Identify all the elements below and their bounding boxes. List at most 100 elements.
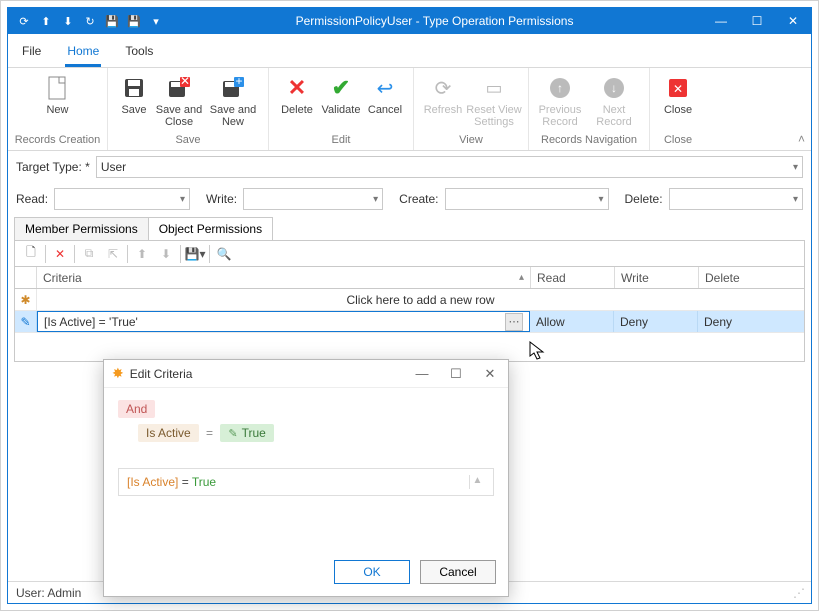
- maximize-button[interactable]: ☐: [739, 8, 775, 34]
- col-write[interactable]: Write: [615, 267, 699, 288]
- title-bar: ⟳ ⬆ ⬇ ↻ 💾 💾 ▾ PermissionPolicyUser - Typ…: [8, 8, 811, 34]
- dialog-maximize-button[interactable]: ☐: [446, 364, 466, 384]
- qat-save-close-icon[interactable]: 💾: [124, 11, 144, 31]
- expr-value: True: [192, 475, 216, 489]
- read-combo[interactable]: ▾: [54, 188, 190, 210]
- close-window-button[interactable]: ✕: [775, 8, 811, 34]
- col-read[interactable]: Read: [531, 267, 615, 288]
- svg-text:✕: ✕: [180, 76, 190, 88]
- write-combo[interactable]: ▾: [243, 188, 383, 210]
- tab-member-permissions[interactable]: Member Permissions: [14, 217, 149, 240]
- criteria-cell: [Is Active] = 'True': [44, 315, 138, 329]
- resize-grip-icon[interactable]: ⋰: [793, 586, 803, 600]
- delete-label: Delete:: [625, 192, 663, 206]
- write-label: Write:: [206, 192, 237, 206]
- svg-text:✕: ✕: [673, 82, 683, 96]
- svg-text:↑: ↑: [557, 81, 563, 95]
- group-nav: Records Navigation: [541, 132, 637, 148]
- prev-record-icon: ↑: [546, 74, 574, 102]
- col-criteria[interactable]: Criteria▴: [37, 267, 531, 288]
- save-button[interactable]: Save: [114, 72, 154, 130]
- next-record-icon: ↓: [600, 74, 628, 102]
- edit-criteria-dialog: ✸ Edit Criteria — ☐ ✕ And Is Active = ✎T…: [103, 359, 509, 597]
- cancel-button[interactable]: ↩ Cancel: [363, 72, 407, 130]
- reset-view-icon: ▭: [480, 74, 508, 102]
- target-type-value: User: [101, 160, 126, 174]
- grid-up-icon[interactable]: ⬆: [130, 243, 154, 265]
- grid-save-layout-icon[interactable]: 💾▾: [183, 243, 207, 265]
- grid-export-icon[interactable]: ⇱: [101, 243, 125, 265]
- tab-home[interactable]: Home: [65, 40, 101, 67]
- read-cell[interactable]: Allow: [530, 311, 614, 332]
- validate-icon: ✔: [327, 74, 355, 102]
- qat-dropdown-icon[interactable]: ▾: [146, 11, 166, 31]
- save-new-icon: +: [219, 74, 247, 102]
- status-user: User: Admin: [16, 586, 81, 600]
- group-view: View: [459, 132, 483, 148]
- grid-down-icon[interactable]: ⬇: [154, 243, 178, 265]
- criteria-expression-box[interactable]: [Is Active] = True ▲: [118, 468, 494, 496]
- qat-sync-icon[interactable]: ↻: [80, 11, 100, 31]
- next-record-button[interactable]: ↓ Next Record: [585, 72, 643, 130]
- grid-preview-icon[interactable]: 🔍: [212, 243, 236, 265]
- refresh-icon: ⟳: [429, 74, 457, 102]
- menu-tabs: File Home Tools: [8, 34, 811, 68]
- qat-up-icon[interactable]: ⬆: [36, 11, 56, 31]
- svg-text:↓: ↓: [611, 81, 617, 95]
- cancel-dialog-button[interactable]: Cancel: [420, 560, 496, 584]
- refresh-button[interactable]: ⟳ Refresh: [420, 72, 466, 130]
- grid-clone-icon[interactable]: ⧉: [77, 243, 101, 265]
- criteria-group-operator[interactable]: And: [118, 400, 155, 418]
- ok-button[interactable]: OK: [334, 560, 410, 584]
- col-delete[interactable]: Delete: [699, 267, 804, 288]
- prev-record-button[interactable]: ↑ Previous Record: [535, 72, 585, 130]
- target-type-combo[interactable]: User ▾: [96, 156, 803, 178]
- gear-icon: ✸: [112, 365, 124, 382]
- save-new-button[interactable]: + Save and New: [204, 72, 262, 130]
- window-title: PermissionPolicyUser - Type Operation Pe…: [166, 14, 703, 28]
- minimize-button[interactable]: —: [703, 8, 739, 34]
- sort-asc-icon: ▴: [519, 272, 524, 283]
- tab-tools[interactable]: Tools: [123, 40, 155, 67]
- chevron-down-icon: ▾: [793, 162, 798, 173]
- new-row[interactable]: ✱ Click here to add a new row: [15, 289, 804, 311]
- save-icon: [120, 74, 148, 102]
- grid-new-icon[interactable]: 🗋: [19, 243, 43, 265]
- criteria-ellipsis-button[interactable]: ⋯: [505, 313, 523, 331]
- write-cell[interactable]: Deny: [614, 311, 698, 332]
- dialog-close-button[interactable]: ✕: [480, 364, 500, 384]
- new-button[interactable]: New: [13, 72, 103, 130]
- read-label: Read:: [16, 192, 48, 206]
- expr-eq: =: [178, 475, 191, 489]
- delete-cell[interactable]: Deny: [698, 311, 804, 332]
- dialog-title: Edit Criteria: [130, 367, 193, 381]
- group-edit: Edit: [332, 132, 351, 148]
- chevron-down-icon: ▾: [598, 194, 603, 205]
- validate-button[interactable]: ✔ Validate: [319, 72, 363, 130]
- tab-object-permissions[interactable]: Object Permissions: [148, 217, 273, 240]
- grid-delete-icon[interactable]: ✕: [48, 243, 72, 265]
- criteria-value-token[interactable]: ✎True: [220, 424, 273, 442]
- delete-button[interactable]: ✕ Delete: [275, 72, 319, 130]
- criteria-field-token[interactable]: Is Active: [138, 424, 199, 442]
- dialog-minimize-button[interactable]: —: [412, 364, 432, 384]
- close-icon: ✕: [664, 74, 692, 102]
- delete-combo[interactable]: ▾: [669, 188, 803, 210]
- create-combo[interactable]: ▾: [445, 188, 609, 210]
- undo-icon: ↩: [371, 74, 399, 102]
- qat-down-icon[interactable]: ⬇: [58, 11, 78, 31]
- new-row-indicator-icon: ✱: [15, 289, 37, 310]
- reset-view-button[interactable]: ▭ Reset View Settings: [466, 72, 522, 130]
- save-close-button[interactable]: ✕ Save and Close: [154, 72, 204, 130]
- qat-save-icon[interactable]: 💾: [102, 11, 122, 31]
- qat-refresh-icon[interactable]: ⟳: [14, 11, 34, 31]
- close-button[interactable]: ✕ Close: [656, 72, 700, 130]
- new-file-icon: [44, 74, 72, 102]
- delete-icon: ✕: [283, 74, 311, 102]
- scroll-up-icon[interactable]: ▲: [469, 475, 485, 489]
- ribbon-collapse-icon[interactable]: ˄: [798, 132, 805, 146]
- table-row[interactable]: ✎ [Is Active] = 'True' ⋯ Allow Deny Deny: [15, 311, 804, 333]
- tab-file[interactable]: File: [20, 40, 43, 67]
- group-close: Close: [664, 132, 692, 148]
- permissions-grid: 🗋 ✕ ⧉ ⇱ ⬆ ⬇ 💾▾ 🔍 Criteria▴ Read Write De…: [14, 240, 805, 362]
